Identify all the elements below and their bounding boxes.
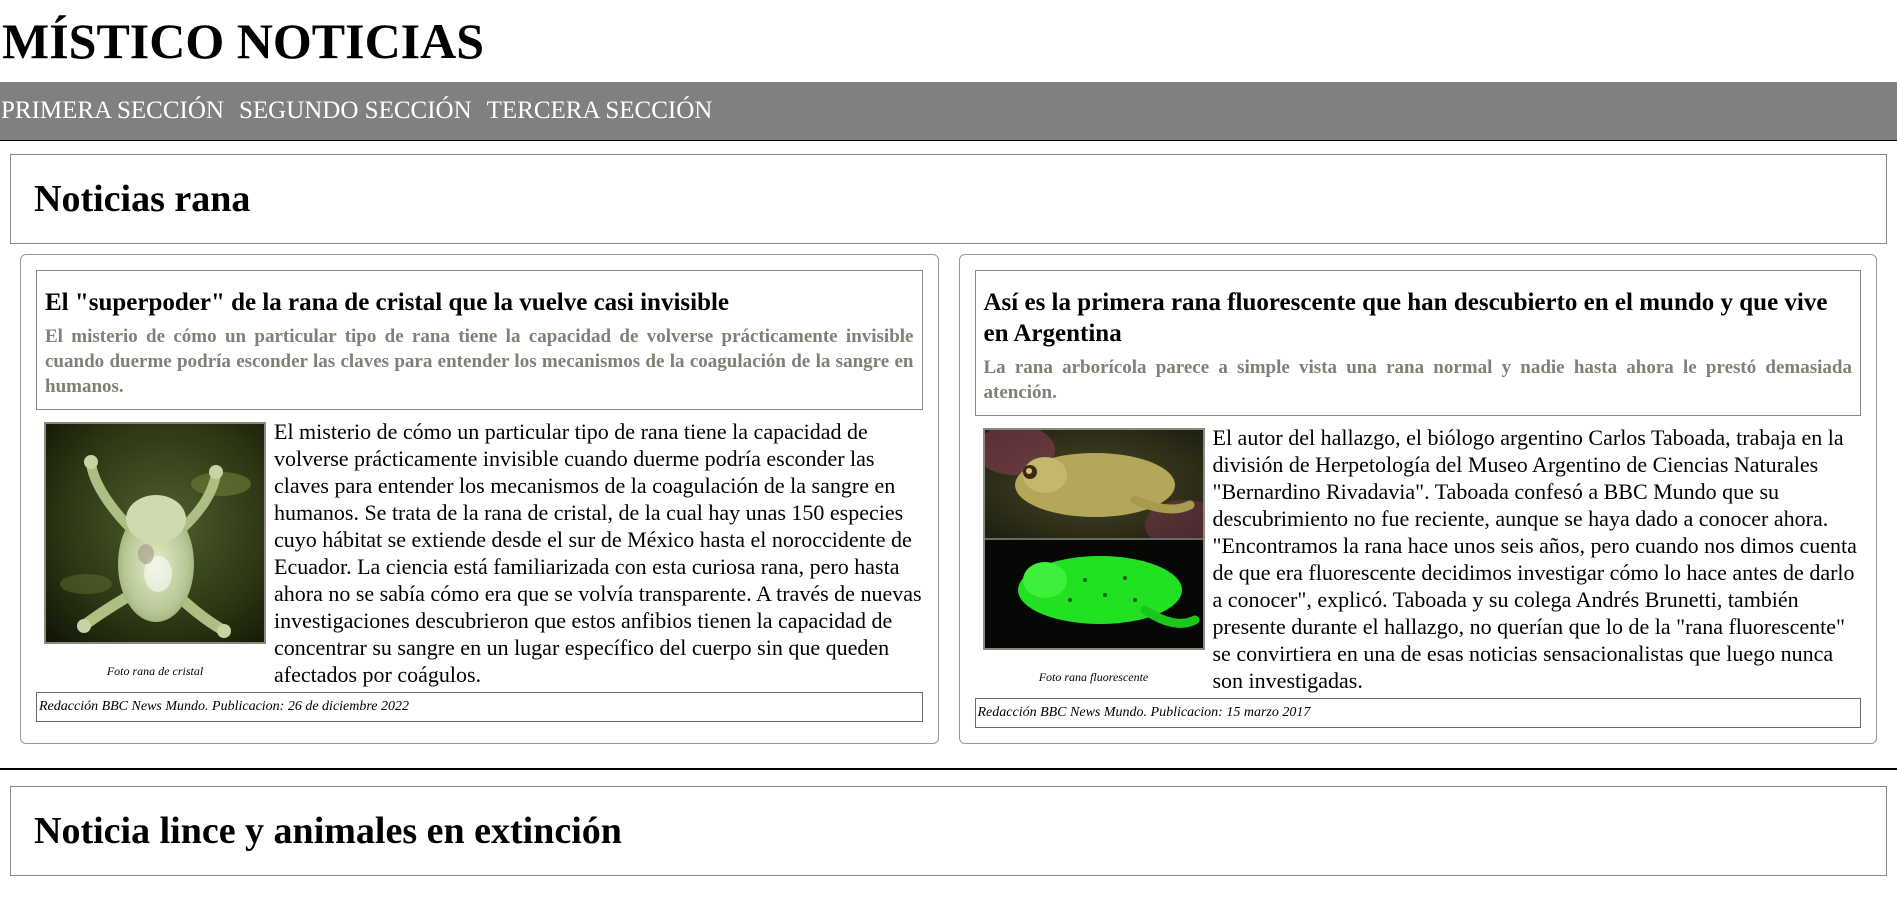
main-nav: PRIMERA SECCIÓN SEGUNDO SECCIÓN TERCERA … (0, 82, 1897, 141)
figure-caption: Foto rana de cristal (106, 664, 204, 678)
article-lead: La rana arborícola parece a simple vista… (983, 357, 1853, 403)
article-card: Así es la primera rana fluorescente que … (958, 254, 1877, 744)
article-byline: Redacción BBC News Mundo. Publicacion: 2… (36, 692, 923, 722)
glass-frog-photo (44, 422, 266, 644)
article-card: El "superpoder" de la rana de cristal qu… (20, 254, 939, 744)
figure-caption: Foto rana fluorescente (1038, 670, 1149, 684)
nav-segundo-seccion[interactable]: SEGUNDO SECCIÓN (239, 82, 472, 140)
article-header: Así es la primera rana fluorescente que … (974, 270, 1861, 416)
section-noticias-rana: Noticias rana El "superpoder" de la rana… (0, 141, 1897, 770)
article-body: El misterio de cómo un particular tipo d… (274, 419, 922, 687)
article-body-wrap: Foto rana fluorescente El autor del hall… (974, 424, 1862, 694)
section-noticia-lince: Noticia lince y animales en extinción (0, 770, 1897, 876)
section-header: Noticia lince y animales en extinción (10, 786, 1887, 876)
article-body-wrap: Foto rana de cristal El misterio de cómo… (36, 418, 923, 688)
article-byline: Redacción BBC News Mundo. Publicacion: 1… (974, 698, 1861, 728)
article-title[interactable]: Así es la primera rana fluorescente que … (984, 287, 1853, 349)
article-list: El "superpoder" de la rana de cristal qu… (10, 254, 1887, 744)
fluorescent-frog-photo (974, 425, 1225, 650)
article-title[interactable]: El "superpoder" de la rana de cristal qu… (45, 287, 914, 318)
article-lead: El misterio de cómo un particular tipo d… (45, 326, 914, 397)
article-figure: Foto rana fluorescente (974, 425, 1225, 686)
article-body: El autor del hallazgo, el biólogo argent… (1212, 425, 1857, 693)
article-header: El "superpoder" de la rana de cristal qu… (36, 270, 923, 410)
section-header: Noticias rana (10, 154, 1887, 244)
nav-primera-seccion[interactable]: PRIMERA SECCIÓN (1, 82, 224, 140)
section-title: Noticias rana (34, 178, 251, 220)
site-title: MÍSTICO NOTICIAS (2, 13, 485, 69)
article-figure: Foto rana de cristal (44, 422, 266, 680)
nav-tercera-seccion[interactable]: TERCERA SECCIÓN (487, 82, 713, 140)
section-title: Noticia lince y animales en extinción (34, 810, 622, 852)
